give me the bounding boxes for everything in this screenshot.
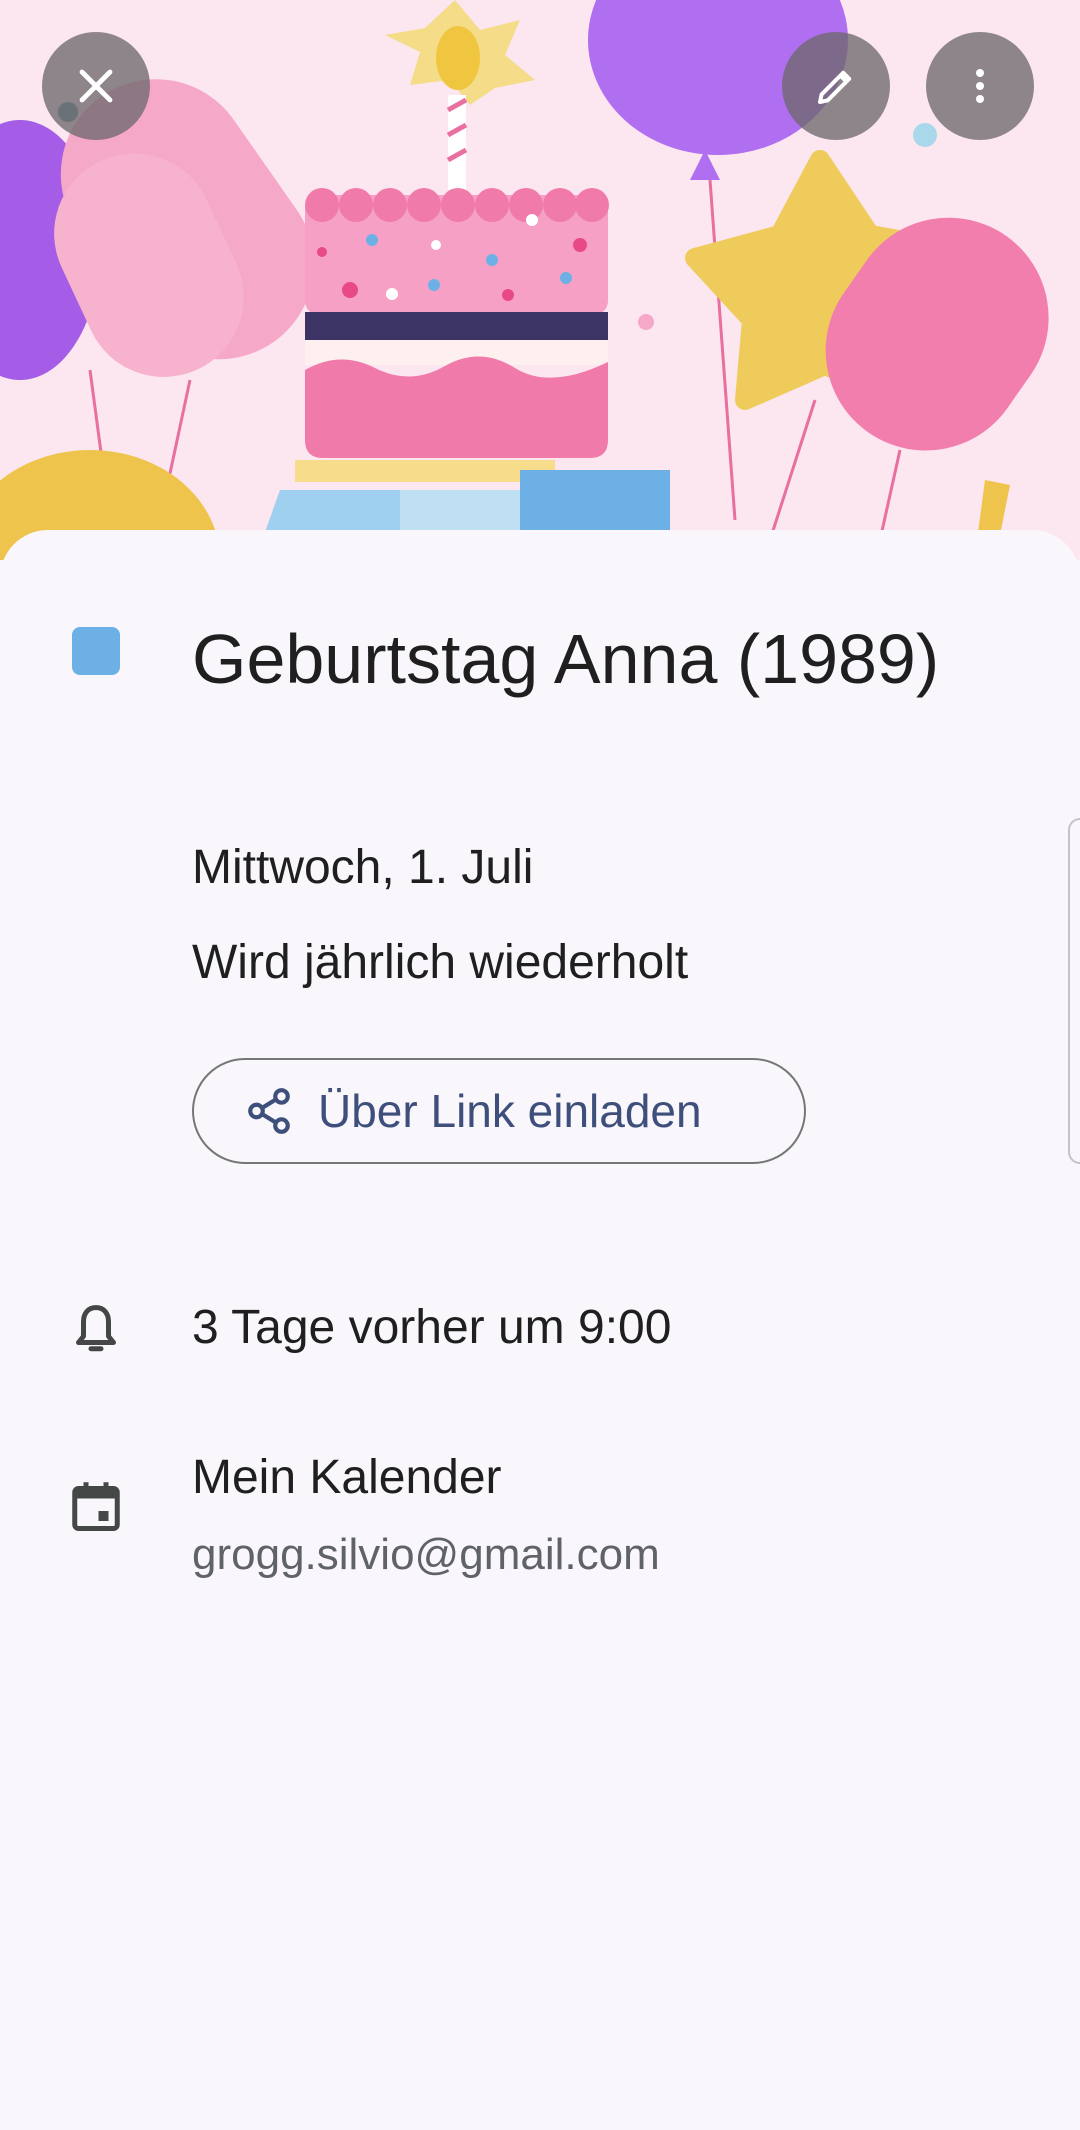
reminder-text: 3 Tage vorher um 9:00 (192, 1301, 672, 1354)
close-button[interactable] (42, 32, 150, 140)
event-recurrence: Wird jährlich wiederholt (192, 936, 689, 989)
share-icon (248, 1088, 290, 1134)
birthday-header-illustration (0, 0, 1080, 560)
bell-icon (76, 1305, 116, 1352)
pencil-icon (818, 70, 852, 104)
calendar-account: grogg.silvio@gmail.com (192, 1530, 660, 1579)
birthday-illustration (0, 0, 1049, 560)
more-options-button[interactable] (926, 32, 1034, 140)
invite-via-link-label: Über Link einladen (318, 1085, 702, 1137)
event-color-swatch (72, 627, 120, 675)
close-icon (79, 69, 113, 103)
more-vert-icon (976, 69, 984, 103)
calendar-name: Mein Kalender (192, 1451, 502, 1504)
event-title: Geburtstag Anna (1989) (192, 620, 940, 698)
side-panel-handle[interactable] (1068, 818, 1080, 1164)
calendar-icon (72, 1482, 120, 1531)
event-date: Mittwoch, 1. Juli (192, 841, 534, 894)
invite-via-link-button[interactable]: Über Link einladen (192, 1058, 806, 1164)
edit-button[interactable] (782, 32, 890, 140)
